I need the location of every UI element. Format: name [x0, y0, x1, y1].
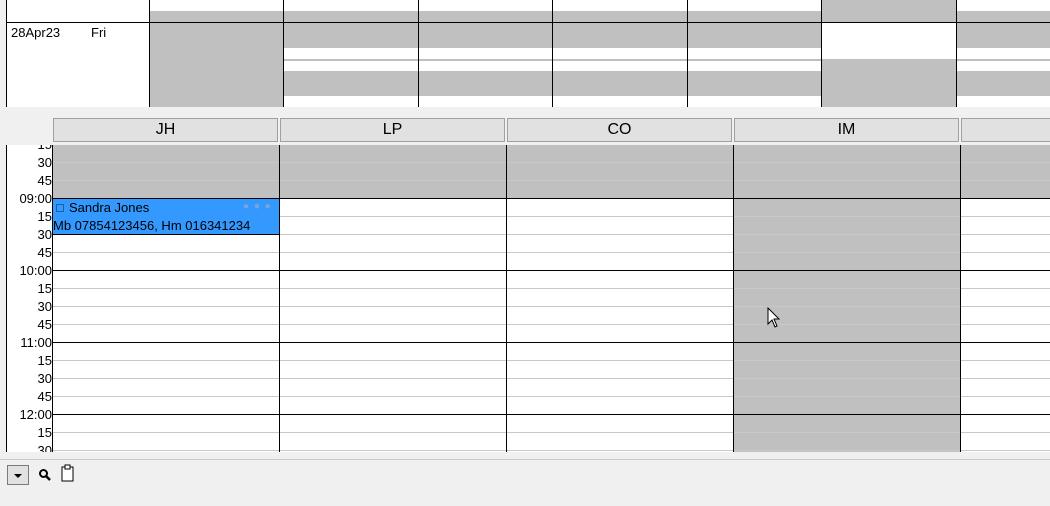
resource-header-lp[interactable]: LP — [280, 118, 505, 142]
appointment-checkbox[interactable] — [56, 204, 64, 212]
week-col-line — [418, 0, 419, 107]
clipboard-icon[interactable] — [60, 464, 76, 484]
column-border — [506, 145, 507, 452]
week-date-label: 28Apr23 — [11, 25, 61, 40]
column-border — [960, 145, 961, 452]
week-busy-line — [956, 59, 1050, 61]
time-label: 10:00 — [19, 263, 52, 278]
time-label: 15 — [37, 281, 52, 296]
hour-line — [52, 414, 1050, 415]
slot-line — [52, 252, 1050, 253]
bottom-toolbar — [0, 459, 1050, 506]
time-label: 09:00 — [19, 191, 52, 206]
slot-line — [52, 396, 1050, 397]
slot-line — [52, 306, 1050, 307]
unavailable-block[interactable] — [52, 145, 733, 198]
appointment-status-icons: ● ● ● — [243, 201, 272, 212]
time-label: 11:00 — [20, 335, 52, 350]
week-busy-block — [821, 0, 956, 22]
time-label: 15 — [37, 209, 52, 224]
slot-line — [52, 180, 1050, 181]
week-busy-bar[interactable] — [956, 23, 1050, 48]
week-col-line — [552, 0, 553, 107]
slot-line — [52, 162, 1050, 163]
time-label: 45 — [37, 173, 52, 188]
time-label: 15 — [37, 353, 52, 368]
column-border — [279, 145, 280, 452]
slot-line — [52, 432, 1050, 433]
time-label: 45 — [37, 389, 52, 404]
week-col-line — [149, 0, 150, 107]
time-label: 45 — [37, 317, 52, 332]
day-schedule-grid: 15 30 45 09:00 15 30 45 10:00 15 30 45 1… — [6, 145, 1050, 452]
slot-line — [52, 378, 1050, 379]
week-col-line — [956, 0, 957, 107]
hour-line — [52, 342, 1050, 343]
resource-header: JH LP CO IM — [6, 114, 1050, 145]
search-icon[interactable] — [38, 468, 52, 482]
time-label: 15 — [37, 425, 52, 440]
week-col-line — [687, 0, 688, 107]
time-label: 30 — [37, 299, 52, 314]
slot-line — [52, 288, 1050, 289]
mouse-pointer-icon — [767, 307, 781, 328]
unavailable-block-im[interactable] — [733, 145, 960, 452]
time-label: 30 — [37, 155, 52, 170]
time-label: 45 — [37, 245, 52, 260]
slot-line — [52, 324, 1050, 325]
slot-line — [52, 360, 1050, 361]
hour-line — [52, 270, 1050, 271]
time-label: 12:00 — [19, 407, 52, 422]
time-label: 30 — [37, 371, 52, 386]
appointment-patient-name: Sandra Jones — [69, 200, 150, 215]
chevron-down-icon — [14, 474, 22, 478]
time-label: 30 — [37, 443, 52, 452]
week-day-label: Fri — [91, 25, 107, 40]
time-label: 15 — [8, 145, 52, 152]
column-border — [52, 145, 53, 452]
week-col-line — [283, 0, 284, 107]
appointment-details: Mb 07854123456, Hm 016341234 — [53, 218, 251, 233]
appointment-block[interactable]: Sandra Jones ● ● ● Mb 07854123456, Hm 01… — [52, 198, 280, 235]
resource-header-co[interactable]: CO — [507, 118, 732, 142]
week-col-line — [821, 0, 822, 107]
week-overview: 28Apr23 Fri — [6, 0, 1050, 107]
dropdown-button[interactable] — [7, 465, 29, 485]
time-label: 30 — [37, 227, 52, 242]
time-column: 15 30 45 09:00 15 30 45 10:00 15 30 45 1… — [7, 145, 52, 452]
week-busy-block[interactable] — [149, 23, 283, 107]
unavailable-block[interactable] — [960, 145, 1050, 198]
resource-header-jh[interactable]: JH — [53, 118, 278, 142]
slot-line — [52, 450, 1050, 451]
week-busy-bar[interactable] — [956, 71, 1050, 96]
column-border — [733, 145, 734, 452]
week-busy-block[interactable] — [821, 59, 956, 107]
resource-header-im[interactable]: IM — [734, 118, 959, 142]
resource-header-5[interactable] — [961, 118, 1050, 142]
